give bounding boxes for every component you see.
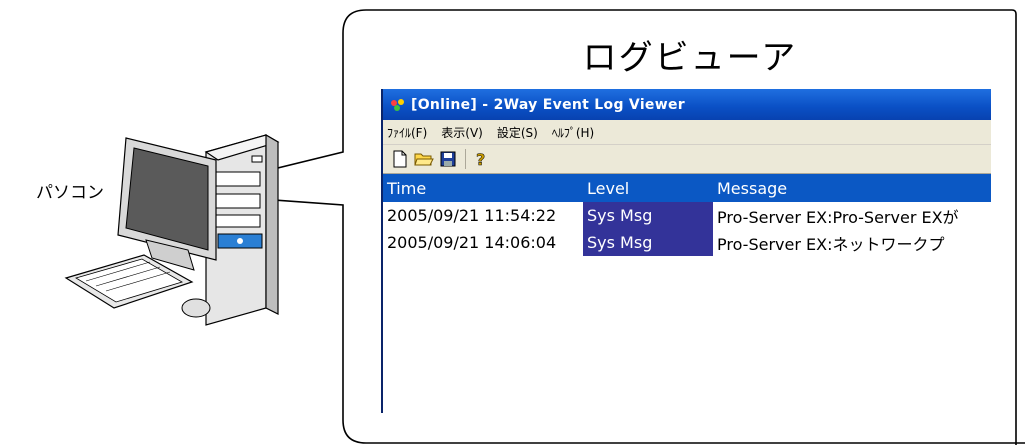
menu-settings[interactable]: 設定(S): [497, 124, 538, 141]
pc-illustration: [64, 133, 280, 326]
row-message: Pro-Server EX:Pro-Server EXが: [717, 207, 959, 227]
column-header-message[interactable]: Message: [713, 179, 991, 198]
menu-file[interactable]: ﾌｧｲﾙ(F): [387, 124, 427, 141]
column-header-time[interactable]: Time: [383, 179, 583, 198]
tower-icon: [204, 133, 280, 326]
monitor-icon: [117, 137, 217, 271]
title-bar[interactable]: [Online] - 2Way Event Log Viewer: [383, 89, 991, 120]
row-message: Pro-Server EX:ネットワークプ: [717, 234, 945, 254]
log-viewer-window: [Online] - 2Way Event Log Viewer ﾌｧｲﾙ(F)…: [381, 89, 991, 413]
row-time: 2005/09/21 14:06:04: [387, 233, 557, 252]
row-level: Sys Msg: [583, 229, 713, 256]
log-table-header: Time Level Message: [383, 174, 991, 202]
new-file-icon[interactable]: [389, 148, 411, 170]
help-icon[interactable]: ?: [470, 148, 492, 170]
menu-help[interactable]: ﾍﾙﾌﾟ(H): [552, 124, 594, 141]
window-title: [Online] - 2Way Event Log Viewer: [411, 96, 685, 113]
app-icon: [389, 97, 407, 113]
pc-label: パソコン: [36, 183, 104, 203]
mouse-icon: [181, 298, 211, 318]
callout-title: ログビューア: [582, 38, 798, 78]
open-folder-icon[interactable]: [413, 148, 435, 170]
row-level: Sys Msg: [583, 202, 713, 229]
table-row[interactable]: 2005/09/21 11:54:22 Sys Msg Pro-Server E…: [383, 202, 991, 229]
toolbar: ?: [383, 145, 991, 174]
svg-text:?: ?: [476, 150, 485, 168]
row-time: 2005/09/21 11:54:22: [387, 206, 557, 225]
column-header-level[interactable]: Level: [583, 179, 713, 198]
toolbar-separator: [465, 149, 466, 169]
menu-view[interactable]: 表示(V): [441, 124, 483, 141]
save-icon[interactable]: [437, 148, 459, 170]
menu-bar: ﾌｧｲﾙ(F) 表示(V) 設定(S) ﾍﾙﾌﾟ(H): [383, 120, 991, 145]
table-row[interactable]: 2005/09/21 14:06:04 Sys Msg Pro-Server E…: [383, 229, 991, 256]
